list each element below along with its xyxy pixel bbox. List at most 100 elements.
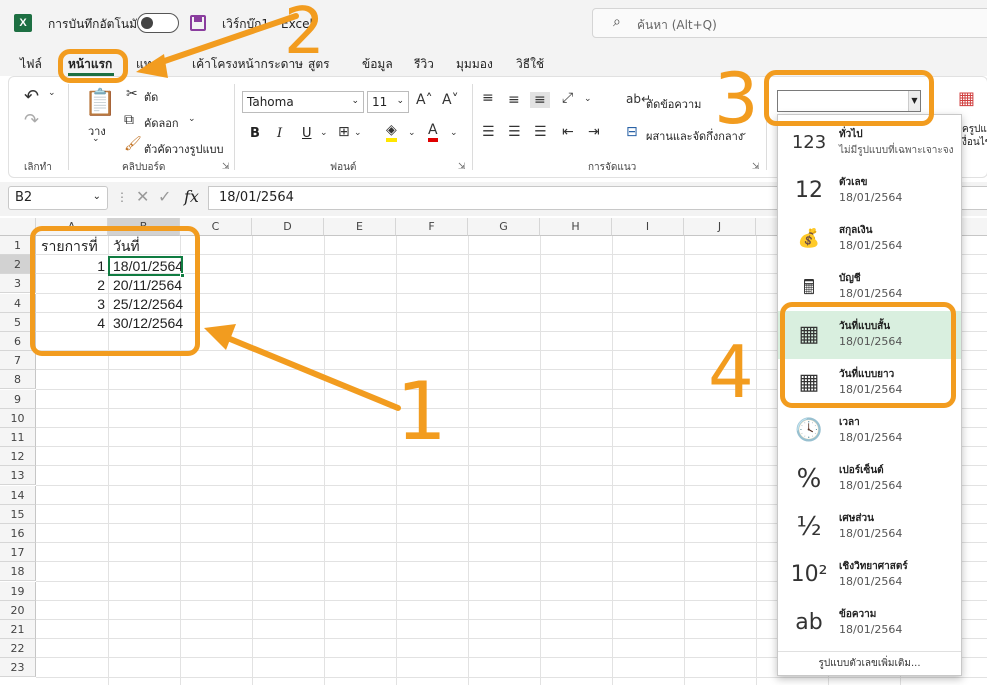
name-box[interactable]: B2 ⌄ <box>8 186 108 210</box>
annotation-box-2 <box>58 49 128 83</box>
fill-color-icon[interactable]: ◈ <box>386 122 397 142</box>
increase-font-icon[interactable]: A˄ <box>416 92 433 108</box>
format-painter-icon[interactable]: 🖌 <box>124 136 142 152</box>
row-header-9[interactable]: 9 <box>0 389 36 409</box>
format-fraction[interactable]: ½ เศษส่วน 18/01/2564 <box>778 503 961 551</box>
copy-dropdown-icon[interactable]: ⌄ <box>188 114 196 124</box>
decrease-indent-icon[interactable]: ⇤ <box>562 124 574 140</box>
column-header-g[interactable]: G <box>468 218 540 236</box>
cut-button[interactable]: ตัด <box>144 88 158 106</box>
align-right-icon[interactable]: ☰ <box>534 124 547 140</box>
tab-review[interactable]: รีวิว <box>414 55 434 74</box>
enter-icon[interactable]: ✓ <box>158 187 171 206</box>
autosave-label: การบันทึกอัตโนมัติ <box>48 17 145 31</box>
align-top-icon[interactable]: ≡ <box>482 90 494 106</box>
font-name-combo[interactable]: Tahoma ⌄ <box>242 91 364 113</box>
column-header-f[interactable]: F <box>396 218 468 236</box>
column-header-d[interactable]: D <box>252 218 324 236</box>
row-header-13[interactable]: 13 <box>0 466 36 486</box>
format-percentage[interactable]: % เปอร์เซ็นต์ 18/01/2564 <box>778 455 961 503</box>
format-scientific[interactable]: 10² เชิงวิทยาศาสตร์ 18/01/2564 <box>778 551 961 599</box>
row-header-22[interactable]: 22 <box>0 639 36 659</box>
tab-insert[interactable]: แท <box>136 55 152 74</box>
increase-indent-icon[interactable]: ⇥ <box>588 124 600 140</box>
format-time[interactable]: 🕓 เวลา 18/01/2564 <box>778 407 961 455</box>
more-number-formats-link[interactable]: รูปแบบตัวเลขเพิ่มเติม... <box>778 651 961 671</box>
tab-file[interactable]: ไฟล์ <box>20 55 42 74</box>
copy-icon[interactable]: ⧉ <box>124 112 134 128</box>
row-gridline <box>36 676 987 678</box>
cancel-icon[interactable]: ✕ <box>136 187 149 206</box>
underline-button[interactable]: U <box>302 126 312 141</box>
font-color-dropdown-icon[interactable]: ⌄ <box>450 128 458 138</box>
row-header-17[interactable]: 17 <box>0 543 36 563</box>
decrease-font-icon[interactable]: A˅ <box>442 92 459 108</box>
format-general[interactable]: 123 ทั่วไป ไม่มีรูปแบบที่เฉพาะเจาะจง <box>778 119 961 167</box>
row-header-14[interactable]: 14 <box>0 485 36 505</box>
align-bottom-icon[interactable]: ≡ <box>530 92 550 108</box>
align-left-icon[interactable]: ☰ <box>482 124 495 140</box>
tab-help[interactable]: วิธีใช้ <box>516 55 544 74</box>
save-icon[interactable] <box>190 15 206 31</box>
row-header-8[interactable]: 8 <box>0 370 36 390</box>
border-dropdown-icon[interactable]: ⌄ <box>354 128 362 138</box>
copy-button[interactable]: คัดลอก <box>144 114 179 132</box>
column-header-h[interactable]: H <box>540 218 612 236</box>
orientation-icon[interactable]: ⤢ <box>562 90 573 106</box>
font-launcher-icon[interactable]: ⇲ <box>458 162 466 172</box>
fill-dropdown-icon[interactable]: ⌄ <box>408 128 416 138</box>
column-header-j[interactable]: J <box>684 218 756 236</box>
insert-function-button[interactable]: fx <box>184 187 199 206</box>
row-header-21[interactable]: 21 <box>0 620 36 639</box>
row-header-7[interactable]: 7 <box>0 351 36 371</box>
conditional-format-icon[interactable]: ▦ <box>958 88 975 109</box>
row-header-15[interactable]: 15 <box>0 504 36 524</box>
border-icon[interactable]: ⊞ <box>338 124 350 140</box>
paste-dropdown-icon[interactable]: ⌄ <box>92 134 100 144</box>
format-text[interactable]: ab ข้อความ 18/01/2564 <box>778 599 961 647</box>
row-header-11[interactable]: 11 <box>0 428 36 447</box>
row-header-10[interactable]: 10 <box>0 408 36 428</box>
font-color-icon[interactable]: A <box>428 122 438 142</box>
accounting-icon: 🖩 <box>803 275 815 299</box>
row-header-16[interactable]: 16 <box>0 524 36 543</box>
fraction-icon: ½ <box>796 512 822 542</box>
tab-data[interactable]: ข้อมูล <box>362 55 393 74</box>
annotation-box-4 <box>780 302 956 408</box>
underline-dropdown-icon[interactable]: ⌄ <box>320 128 328 138</box>
row-header-19[interactable]: 19 <box>0 581 36 601</box>
redo-icon[interactable]: ↷ <box>24 110 39 131</box>
undo-icon[interactable]: ↶ <box>24 86 39 107</box>
row-header-23[interactable]: 23 <box>0 658 36 678</box>
row-header-20[interactable]: 20 <box>0 600 36 620</box>
bold-button[interactable]: B <box>250 126 260 141</box>
align-center-icon[interactable]: ☰ <box>508 124 521 140</box>
format-number[interactable]: 12 ตัวเลข 18/01/2564 <box>778 167 961 215</box>
merge-center-icon[interactable]: ⊟ <box>626 124 638 140</box>
row-header-18[interactable]: 18 <box>0 562 36 582</box>
chevron-down-icon: ⌄ <box>351 96 359 106</box>
conditional-format-label-2: งื่อนไข <box>962 137 987 148</box>
text-ab-icon: ab <box>795 610 823 635</box>
font-name-value: Tahoma <box>247 95 294 109</box>
undo-dropdown-icon[interactable]: ⌄ <box>48 88 56 98</box>
search-box[interactable]: ⌕ ค้นหา (Alt+Q) <box>592 8 987 38</box>
column-header-e[interactable]: E <box>324 218 396 236</box>
align-middle-icon[interactable]: ≡ <box>508 92 520 108</box>
alignment-launcher-icon[interactable]: ⇲ <box>752 162 760 172</box>
wrap-text-button[interactable]: ตัดข้อความ <box>646 95 701 113</box>
italic-button[interactable]: I <box>277 126 282 141</box>
autosave-toggle[interactable] <box>137 13 179 33</box>
tab-view[interactable]: มุมมอง <box>456 55 493 74</box>
annotation-number-4: 4 <box>708 330 754 414</box>
row-header-12[interactable]: 12 <box>0 447 36 467</box>
cut-icon[interactable]: ✂ <box>126 86 138 102</box>
column-header-i[interactable]: I <box>612 218 684 236</box>
font-group-label: ฟอนต์ <box>330 162 357 173</box>
paste-icon[interactable]: 📋 <box>84 88 116 118</box>
format-painter-button[interactable]: ตัวคัดวางรูปแบบ <box>144 140 224 158</box>
clipboard-launcher-icon[interactable]: ⇲ <box>222 162 230 172</box>
format-currency[interactable]: 💰 สกุลเงิน 18/01/2564 <box>778 215 961 263</box>
orientation-dropdown-icon[interactable]: ⌄ <box>584 94 592 104</box>
font-size-combo[interactable]: 11 ⌄ <box>367 91 409 113</box>
